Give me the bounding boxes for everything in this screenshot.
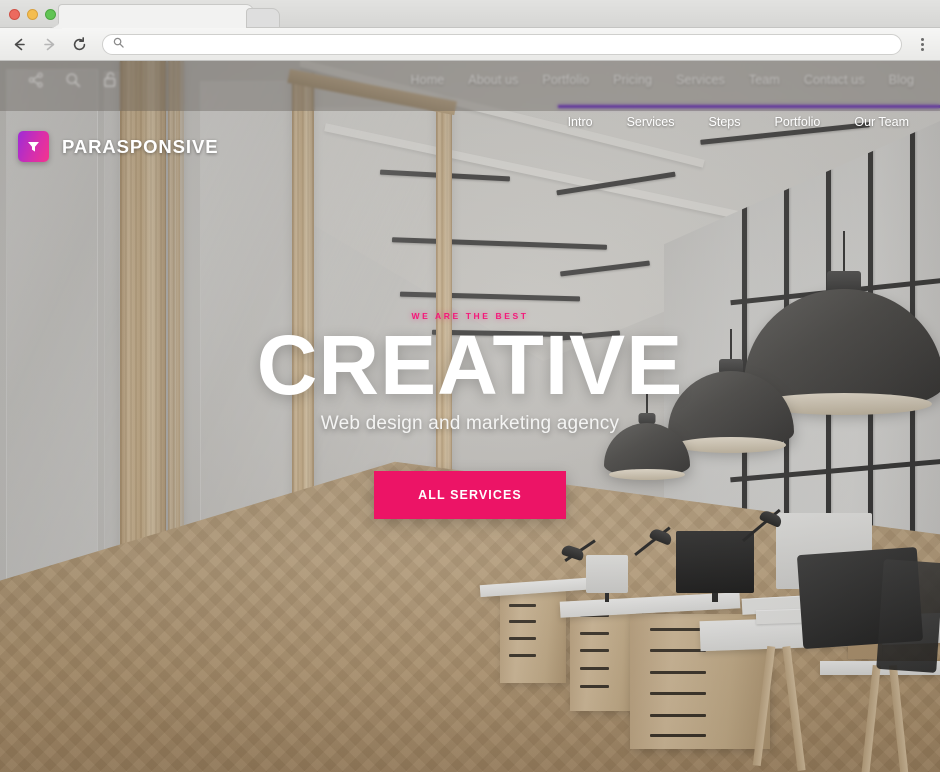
section-navigation: Intro Services Steps Portfolio Our Team [551, 110, 926, 134]
logo-text: PARASPONSIVE [62, 135, 219, 157]
subnav-item-our-team[interactable]: Our Team [837, 110, 926, 134]
page-viewport: Home About us Portfolio Pricing Services… [0, 61, 940, 772]
hero-title: CREATIVE [256, 318, 684, 412]
minimize-window-button[interactable] [27, 9, 38, 20]
hero-subtitle: Web design and marketing agency [320, 413, 620, 435]
omnibox-search-icon [113, 35, 124, 53]
subnav-item-steps[interactable]: Steps [692, 110, 758, 134]
browser-window: Home About us Portfolio Pricing Services… [0, 0, 940, 772]
browser-tab[interactable] [50, 4, 254, 29]
all-services-button[interactable]: ALL SERVICES [374, 471, 566, 520]
forward-button[interactable] [40, 35, 58, 53]
reload-button[interactable] [70, 35, 88, 53]
site-header [0, 61, 940, 111]
subnav-item-portfolio[interactable]: Portfolio [757, 110, 837, 134]
browser-toolbar [0, 28, 940, 61]
address-bar[interactable] [102, 33, 902, 55]
window-controls [9, 9, 56, 20]
address-input[interactable] [131, 38, 891, 50]
back-button[interactable] [10, 35, 28, 53]
subnav-item-services[interactable]: Services [610, 110, 692, 134]
hero-section: WE ARE THE BEST CREATIVE Web design and … [0, 311, 940, 520]
browser-menu-button[interactable] [914, 34, 930, 54]
site-logo[interactable]: PARASPONSIVE [18, 131, 218, 162]
close-window-button[interactable] [9, 9, 20, 20]
logo-mark-icon [18, 131, 49, 162]
subnav-item-intro[interactable]: Intro [551, 110, 610, 134]
new-tab-button[interactable] [246, 8, 280, 28]
browser-tabstrip [0, 0, 940, 29]
